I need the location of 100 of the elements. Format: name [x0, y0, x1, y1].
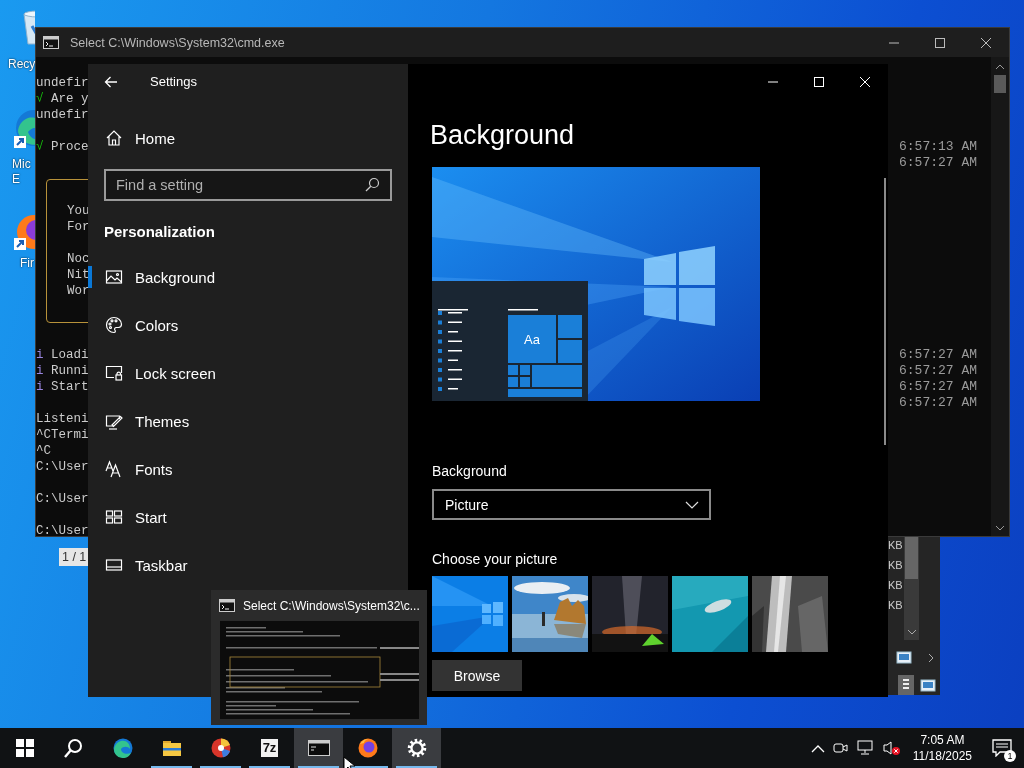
nav-item[interactable]: Themes — [88, 410, 408, 432]
icon-label: Recy — [7, 57, 36, 72]
timestamp: 6:57:27 AM — [899, 347, 977, 363]
console-icon — [43, 36, 59, 49]
info-mark: i — [36, 379, 45, 395]
timestamp: 6:57:27 AM — [899, 363, 977, 379]
folder-icon — [161, 738, 182, 758]
info-mark: i — [36, 347, 45, 363]
message-icon — [992, 739, 1012, 757]
close-icon — [980, 36, 992, 49]
console-text: Listeni — [36, 411, 89, 427]
camera-icon[interactable] — [832, 740, 849, 756]
section-heading: Personalization — [103, 223, 216, 240]
background-dropdown[interactable]: Picture — [432, 489, 711, 520]
search-field[interactable]: Find a setting — [104, 169, 392, 201]
console-text: Are y — [51, 91, 89, 107]
window-title: Select C:\Windows\System32\cmd.exe — [70, 35, 285, 50]
chevron-up-icon[interactable] — [995, 63, 1005, 71]
check-mark: √ — [36, 91, 45, 107]
console-text: C:\User — [36, 459, 89, 475]
nav-item[interactable]: Lock screen — [88, 362, 408, 384]
image-icon[interactable] — [896, 650, 912, 665]
browser-icon — [112, 738, 133, 758]
taskbar-button[interactable]: 7z — [245, 728, 294, 768]
browser-icon — [357, 738, 378, 758]
search-icon — [63, 738, 84, 758]
console-text: ^C — [36, 443, 51, 459]
close-icon — [859, 75, 871, 88]
scroll-thumb[interactable] — [994, 75, 1006, 93]
icon-label: Fir — [19, 256, 34, 271]
window-thumbnail[interactable]: Select C:\Windows\System32\c... — [211, 590, 427, 725]
console-text: Runni — [51, 363, 89, 379]
console-text: C:\User — [36, 523, 89, 539]
nav-item[interactable]: Taskbar — [88, 554, 408, 576]
home-icon — [105, 129, 123, 147]
notification-button[interactable]: 1 — [980, 728, 1024, 768]
taskbar-button[interactable] — [294, 728, 343, 768]
size-text: KB — [888, 538, 904, 553]
muted-speaker-icon[interactable] — [882, 740, 901, 756]
console-icon — [219, 599, 235, 612]
maximize-icon — [813, 75, 825, 88]
chevron-down-icon — [685, 500, 699, 509]
check-mark: √ — [36, 139, 45, 155]
start-icon — [14, 738, 35, 758]
size-text: KB — [888, 598, 904, 613]
console-text: C:\User — [36, 491, 89, 507]
size-text: KB — [888, 558, 904, 573]
picture-icon — [105, 268, 123, 286]
console-text: For — [67, 219, 90, 235]
thumbnail-title: Select C:\Windows\System32\c... — [243, 598, 420, 613]
console-text: Start — [51, 379, 89, 395]
taskbar-button[interactable] — [392, 728, 441, 768]
network-icon[interactable] — [856, 740, 875, 756]
terminal-icon — [307, 738, 330, 758]
timestamp: 6:57:13 AM — [899, 139, 977, 155]
size-text: KB — [888, 578, 904, 593]
console-text: ^CTermi — [36, 427, 89, 443]
timestamp: 6:57:27 AM — [899, 379, 977, 395]
timestamp: 6:57:27 AM — [899, 395, 977, 411]
clock[interactable]: 7:05 AM 11/18/2025 — [904, 732, 980, 764]
app-title: Settings — [150, 74, 197, 89]
notification-badge: 1 — [1004, 750, 1016, 762]
image-icon[interactable] — [920, 677, 936, 693]
brush-icon — [105, 412, 123, 430]
chevron-down-icon[interactable] — [906, 628, 917, 636]
chevron-right-icon[interactable] — [927, 652, 935, 663]
search-icon — [364, 177, 380, 193]
console-text: Noc — [67, 251, 90, 267]
nav-item[interactable]: Start — [88, 506, 408, 528]
nav-item[interactable]: Fonts — [88, 458, 408, 480]
field-label: Background — [432, 463, 507, 480]
console-text: Nit — [67, 267, 90, 283]
section-label: Choose your picture — [432, 551, 558, 568]
console-text: You — [67, 203, 90, 219]
page-indicator: 1 / 1 — [59, 548, 90, 566]
timestamp: 6:57:27 AM — [899, 155, 977, 171]
ball-icon — [210, 738, 231, 758]
browse-button[interactable]: Browse — [432, 660, 522, 691]
chevron-down-icon[interactable] — [995, 524, 1005, 532]
taskbar-icon — [105, 556, 123, 574]
console-text: undefir — [36, 107, 89, 123]
console-text: Proce — [51, 139, 89, 155]
console-text: undefir — [36, 75, 89, 91]
icon-label: Mic E — [11, 157, 31, 187]
back-arrow-icon — [104, 75, 118, 88]
fonts-icon — [105, 460, 123, 478]
console-text: Wor — [67, 283, 90, 299]
list-view-button[interactable] — [898, 675, 914, 695]
maximize-icon — [934, 36, 946, 49]
scroll-thumb[interactable] — [905, 535, 918, 579]
settings-icon — [406, 738, 427, 758]
nav-item[interactable]: Colors — [88, 314, 408, 336]
console-text: Loadi — [51, 347, 89, 363]
info-mark: i — [36, 363, 45, 379]
list-icon — [902, 678, 910, 692]
page-heading: Background — [430, 119, 575, 152]
nav-item[interactable]: Background — [88, 266, 408, 288]
tiles-icon — [105, 508, 123, 526]
preview-tile: Aa — [508, 315, 556, 363]
nav-item[interactable]: Home — [88, 118, 408, 158]
